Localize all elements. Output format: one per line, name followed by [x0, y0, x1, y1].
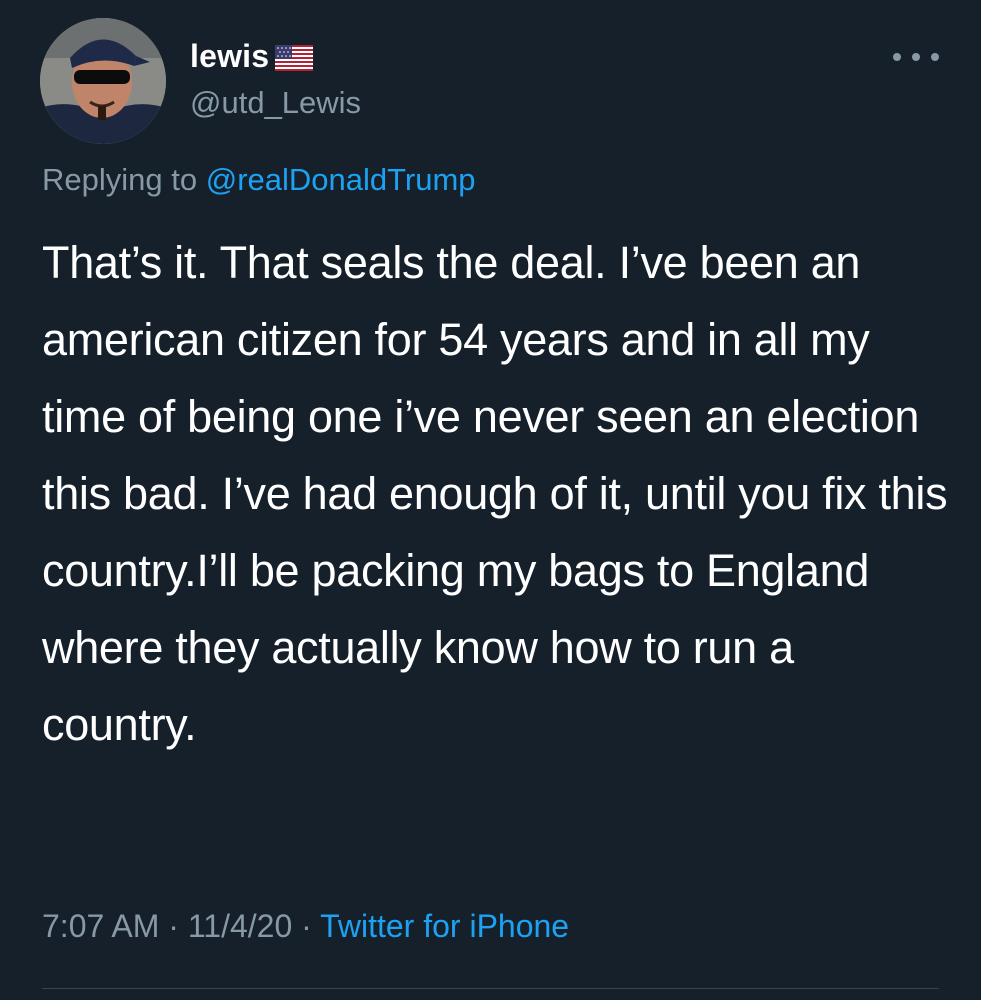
display-name[interactable]: lewis — [190, 38, 269, 75]
tweet-text: That’s it. That seals the deal. I’ve bee… — [42, 237, 948, 750]
tweet-source-link[interactable]: Twitter for iPhone — [320, 908, 569, 944]
tweet-meta: 7:07 AM · 11/4/20 · Twitter for iPhone — [42, 908, 569, 945]
avatar[interactable] — [40, 18, 166, 144]
meta-separator: · — [292, 908, 321, 944]
more-dot-icon — [912, 53, 920, 61]
name-row: lewis — [190, 38, 314, 75]
user-handle[interactable]: @utd_Lewis — [190, 85, 361, 121]
tweet-date: 11/4/20 — [187, 908, 293, 944]
divider — [42, 988, 939, 989]
tweet-card: lewis @utd_Lewis Replying to @realDonald… — [0, 0, 981, 1000]
mention-link[interactable]: @realDonaldTrump — [206, 162, 476, 197]
more-dot-icon — [931, 53, 939, 61]
more-options-button[interactable] — [893, 40, 939, 74]
replying-to-label: Replying to — [42, 162, 206, 197]
tweet-time: 7:07 AM — [42, 908, 160, 944]
more-dot-icon — [893, 53, 901, 61]
avatar-image — [40, 18, 166, 144]
meta-separator: · — [159, 908, 188, 944]
us-flag-icon — [275, 44, 314, 71]
replying-to: Replying to @realDonaldTrump — [42, 162, 476, 198]
